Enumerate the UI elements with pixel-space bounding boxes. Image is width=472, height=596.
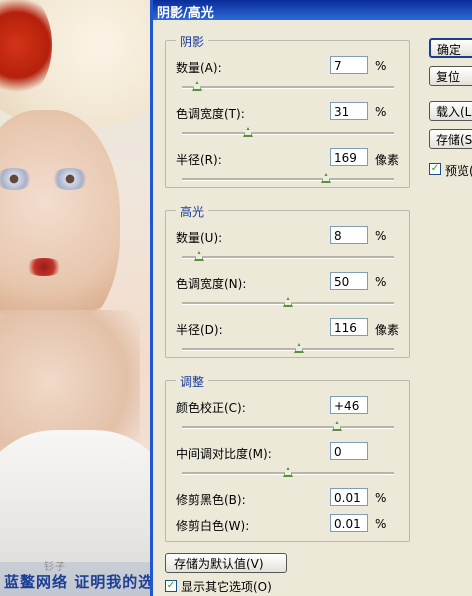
color-correction-slider[interactable] — [182, 421, 394, 431]
load-button[interactable]: 载入(L)... — [429, 101, 472, 121]
shadows-tonal-thumb[interactable] — [242, 127, 253, 137]
shadows-tonal-slider[interactable] — [182, 127, 394, 137]
shadows-amount-input[interactable]: 7 — [330, 56, 368, 74]
shadows-radius-label: 半径(R): — [176, 153, 222, 167]
highlights-tonal-thumb[interactable] — [283, 297, 293, 307]
highlights-radius-label: 半径(D): — [176, 323, 223, 337]
shadows-group: 阴影 数量(A): 7 % 色调宽度(T): 31 % 半径(R): 169 像… — [165, 33, 410, 188]
more-options-label: 显示其它选项(O) — [181, 580, 272, 594]
shadows-radius-input[interactable]: 169 — [330, 148, 368, 166]
face-area — [0, 110, 120, 340]
midtone-contrast-slider[interactable] — [182, 467, 394, 477]
highlights-radius-unit: 像素 — [375, 323, 400, 337]
shadows-radius-thumb[interactable] — [321, 173, 332, 183]
shadows-amount-slider[interactable] — [182, 81, 394, 91]
dialog-title: 阴影/高光 — [157, 6, 214, 21]
lips — [24, 258, 64, 276]
reset-button[interactable]: 复位 — [429, 66, 472, 86]
shadows-amount-label: 数量(A): — [176, 61, 222, 75]
highlights-tonal-input[interactable]: 50 — [330, 272, 368, 290]
check-icon: ✓ — [430, 163, 440, 174]
highlights-radius-slider[interactable] — [182, 343, 394, 353]
preview-checkbox[interactable]: ✓ — [429, 163, 441, 175]
small-mark: 钐子 — [44, 562, 66, 573]
shadows-legend: 阴影 — [176, 33, 209, 50]
highlights-amount-slider[interactable] — [182, 251, 394, 261]
adjustments-legend: 调整 — [176, 373, 209, 390]
color-correction-thumb[interactable] — [331, 421, 342, 431]
highlights-amount-label: 数量(U): — [176, 231, 223, 245]
color-correction-input[interactable]: +46 — [330, 396, 368, 414]
right-eye — [50, 168, 90, 190]
clip-white-label: 修剪白色(W): — [176, 519, 250, 533]
shadows-tonal-label: 色调宽度(T): — [176, 107, 245, 121]
highlights-amount-thumb[interactable] — [193, 251, 204, 261]
highlights-tonal-slider[interactable] — [182, 297, 394, 307]
clip-black-label: 修剪黑色(B): — [176, 493, 246, 507]
highlights-amount-input[interactable]: 8 — [330, 226, 368, 244]
highlights-amount-unit: % — [375, 229, 387, 243]
watermark-banner: 蓝鳌网络 证明我的选择 钐子 — [0, 562, 150, 596]
shadows-amount-thumb[interactable] — [191, 81, 202, 91]
dialog-titlebar: 阴影/高光 — [153, 0, 472, 21]
highlights-tonal-label: 色调宽度(N): — [176, 277, 247, 291]
midtone-contrast-input[interactable]: 0 — [330, 442, 368, 460]
clip-white-input[interactable]: 0.01 — [330, 514, 368, 532]
shadows-radius-slider[interactable] — [182, 173, 394, 183]
shadows-tonal-input[interactable]: 31 — [330, 102, 368, 120]
photo-canvas: 蓝鳌网络 证明我的选择 钐子 — [0, 0, 150, 596]
preview-label: 预览(P) — [445, 164, 472, 178]
midtone-contrast-thumb[interactable] — [283, 467, 293, 477]
shadows-amount-unit: % — [375, 59, 387, 73]
highlights-legend: 高光 — [176, 203, 209, 220]
adjustments-group: 调整 颜色校正(C): +46 中间调对比度(M): 0 修剪黑色(B): 0.… — [165, 373, 410, 542]
clip-black-input[interactable]: 0.01 — [330, 488, 368, 506]
color-correction-label: 颜色校正(C): — [176, 401, 246, 415]
highlights-tonal-unit: % — [375, 275, 387, 289]
midtone-contrast-label: 中间调对比度(M): — [176, 447, 272, 461]
shadows-tonal-unit: % — [375, 105, 387, 119]
highlights-group: 高光 数量(U): 8 % 色调宽度(N): 50 % 半径(D): 116 像… — [165, 203, 410, 358]
shadow-highlight-dialog: 阴影/高光 阴影 数量(A): 7 % 色调宽度(T): 31 % 半径(R):… — [150, 0, 472, 596]
highlights-radius-input[interactable]: 116 — [330, 318, 368, 336]
highlights-radius-thumb[interactable] — [293, 343, 304, 353]
clip-black-unit: % — [375, 491, 387, 505]
clip-white-unit: % — [375, 517, 387, 531]
check-icon: ✓ — [166, 580, 176, 591]
shadows-radius-unit: 像素 — [375, 153, 400, 167]
save-default-button[interactable]: 存储为默认值(V) — [165, 553, 287, 573]
watermark-text: 蓝鳌网络 证明我的选择 — [4, 573, 150, 591]
ok-button[interactable]: 确定 — [429, 38, 472, 58]
save-button[interactable]: 存储(S)... — [429, 129, 472, 149]
more-options-checkbox[interactable]: ✓ — [165, 580, 177, 592]
